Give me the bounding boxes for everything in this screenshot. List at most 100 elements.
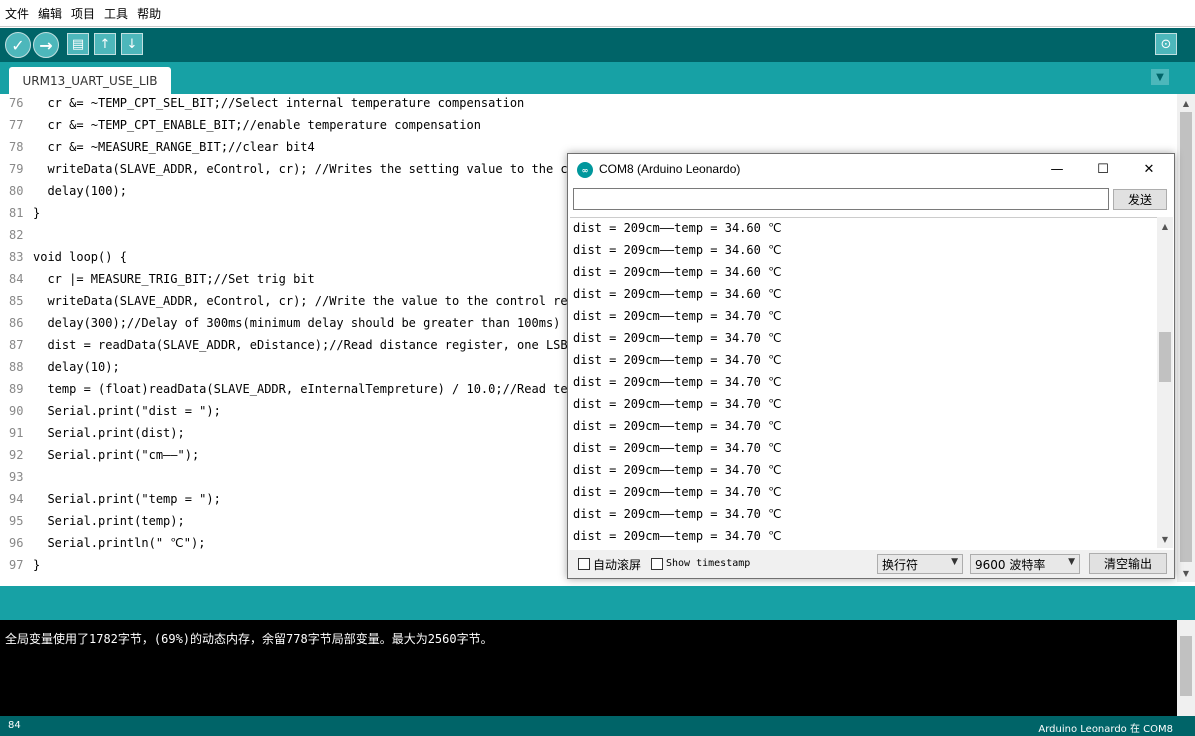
serial-output-line: dist = 209cm——temp = 34.60 ℃	[573, 243, 782, 257]
serial-controls: 自动滚屏 Show timestamp 换行符 ▼ 9600 波特率 ▼ 清空输…	[568, 550, 1174, 578]
serial-input[interactable]	[573, 188, 1109, 210]
line-number: 84	[9, 272, 24, 286]
baud-rate-value: 9600 波特率	[975, 557, 1046, 572]
menu-file[interactable]: 文件	[5, 5, 29, 22]
code-text: }	[33, 558, 41, 572]
maximize-icon[interactable]: ☐	[1080, 158, 1126, 180]
line-number: 78	[9, 140, 24, 154]
serial-output-line: dist = 209cm——temp = 34.70 ℃	[573, 375, 782, 389]
serial-output-line: dist = 209cm——temp = 34.70 ℃	[573, 441, 782, 455]
serial-output: dist = 209cm——temp = 34.60 ℃ dist = 209cm…	[570, 217, 1158, 548]
send-button[interactable]: 发送	[1113, 189, 1167, 210]
tab-menu-icon[interactable]: ▼	[1151, 69, 1169, 85]
code-text: }	[33, 206, 41, 220]
editor-scrollbar[interactable]: ▲ ▼	[1177, 94, 1195, 582]
console-output: 全局变量使用了1782字节，(69%)的动态内存，余留778字节局部变量。最大为…	[0, 620, 1177, 716]
console-line: 全局变量使用了1782字节，(69%)的动态内存，余留778字节局部变量。最大为…	[5, 632, 493, 646]
code-text: writeData(SLAVE_ADDR, eControl, cr); //W…	[33, 294, 590, 308]
serial-output-line: dist = 209cm——temp = 34.70 ℃	[573, 529, 782, 543]
save-sketch-icon[interactable]: ↓	[121, 33, 143, 55]
scroll-down-icon[interactable]: ▼	[1157, 532, 1173, 546]
line-number: 87	[9, 338, 24, 352]
line-number: 94	[9, 492, 24, 506]
code-text: cr &= ~MEASURE_RANGE_BIT;//clear bit4	[33, 140, 315, 154]
timestamp-label: Show timestamp	[666, 558, 751, 569]
line-number: 96	[9, 536, 24, 550]
baud-rate-select[interactable]: 9600 波特率 ▼	[970, 554, 1080, 574]
toolbar: ✓ → ▤ ↑ ↓ ⊙	[0, 28, 1195, 62]
serial-output-line: dist = 209cm——temp = 34.70 ℃	[573, 507, 782, 521]
line-number: 85	[9, 294, 24, 308]
code-text: void loop() {	[33, 250, 127, 264]
code-text: Serial.print(temp);	[33, 514, 185, 528]
serial-titlebar[interactable]: ∞ COM8 (Arduino Leonardo) — ☐ ✕	[568, 154, 1174, 184]
code-text: Serial.print(dist);	[33, 426, 185, 440]
line-number: 80	[9, 184, 24, 198]
serial-scroll-thumb[interactable]	[1159, 332, 1171, 382]
line-number: 76	[9, 96, 24, 110]
line-ending-value: 换行符	[882, 557, 919, 572]
line-number: 88	[9, 360, 24, 374]
serial-output-line: dist = 209cm——temp = 34.70 ℃	[573, 397, 782, 411]
menu-help[interactable]: 帮助	[137, 5, 161, 22]
close-icon[interactable]: ✕	[1126, 158, 1172, 180]
line-ending-select[interactable]: 换行符 ▼	[877, 554, 963, 574]
menu-sketch[interactable]: 项目	[71, 5, 95, 22]
line-number: 95	[9, 514, 24, 528]
serial-output-line: dist = 209cm——temp = 34.60 ℃	[573, 265, 782, 279]
line-number: 84	[8, 720, 21, 731]
serial-scrollbar[interactable]: ▲ ▼	[1157, 217, 1173, 548]
code-text: delay(10);	[33, 360, 120, 374]
open-sketch-icon[interactable]: ↑	[94, 33, 116, 55]
menu-edit[interactable]: 编辑	[38, 5, 62, 22]
console-scroll-thumb[interactable]	[1180, 636, 1192, 696]
serial-output-line: dist = 209cm——temp = 34.70 ℃	[573, 309, 782, 323]
scroll-up-icon[interactable]: ▲	[1157, 219, 1173, 233]
line-number: 79	[9, 162, 24, 176]
autoscroll-checkbox[interactable]	[578, 558, 590, 570]
line-number: 97	[9, 558, 24, 572]
clear-output-button[interactable]: 清空输出	[1089, 553, 1167, 574]
serial-output-line: dist = 209cm——temp = 34.60 ℃	[573, 287, 782, 301]
serial-title: COM8 (Arduino Leonardo)	[599, 162, 741, 176]
code-text: Serial.print("dist = ");	[33, 404, 221, 418]
new-sketch-icon[interactable]: ▤	[67, 33, 89, 55]
chevron-down-icon: ▼	[1068, 557, 1075, 567]
serial-output-line: dist = 209cm——temp = 34.70 ℃	[573, 353, 782, 367]
scroll-up-icon[interactable]: ▲	[1177, 96, 1195, 110]
code-text: cr &= ~TEMP_CPT_SEL_BIT;//Select interna…	[33, 96, 525, 110]
serial-output-line: dist = 209cm——temp = 34.70 ℃	[573, 419, 782, 433]
line-number: 81	[9, 206, 24, 220]
line-number: 89	[9, 382, 24, 396]
code-text: delay(300);//Delay of 300ms(minimum dela…	[33, 316, 583, 330]
scroll-thumb[interactable]	[1180, 112, 1192, 562]
minimize-icon[interactable]: —	[1034, 158, 1080, 180]
serial-output-line: dist = 209cm——temp = 34.70 ℃	[573, 485, 782, 499]
footer-bar: 84 Arduino Leonardo 在 COM8	[0, 716, 1195, 736]
serial-output-line: dist = 209cm——temp = 34.60 ℃	[573, 221, 782, 235]
code-text: Serial.print("temp = ");	[33, 492, 221, 506]
code-text: cr |= MEASURE_TRIG_BIT;//Set trig bit	[33, 272, 315, 286]
timestamp-checkbox[interactable]	[651, 558, 663, 570]
menu-bar: 文件 编辑 项目 工具 帮助	[0, 0, 1195, 27]
board-port: Arduino Leonardo 在 COM8	[1038, 724, 1173, 735]
code-text: Serial.print("cm——");	[33, 448, 200, 462]
code-text: cr &= ~TEMP_CPT_ENABLE_BIT;//enable temp…	[33, 118, 481, 132]
line-number: 83	[9, 250, 24, 264]
scroll-down-icon[interactable]: ▼	[1177, 566, 1195, 580]
line-number: 86	[9, 316, 24, 330]
serial-monitor-icon[interactable]: ⊙	[1155, 33, 1177, 55]
arduino-logo-icon: ∞	[577, 162, 593, 178]
line-number: 77	[9, 118, 24, 132]
code-text: dist = readData(SLAVE_ADDR, eDistance);/…	[33, 338, 590, 352]
serial-output-line: dist = 209cm——temp = 34.70 ℃	[573, 463, 782, 477]
autoscroll-label: 自动滚屏	[593, 558, 642, 572]
menu-tools[interactable]: 工具	[104, 5, 128, 22]
tab-sketch[interactable]: URM13_UART_USE_LIB	[9, 67, 171, 94]
serial-output-line: dist = 209cm——temp = 34.70 ℃	[573, 331, 782, 345]
verify-icon[interactable]: ✓	[5, 32, 31, 58]
code-text: Serial.println(" ℃");	[33, 536, 206, 550]
upload-icon[interactable]: →	[33, 32, 59, 58]
console-scrollbar[interactable]	[1177, 620, 1195, 716]
line-number: 93	[9, 470, 24, 484]
